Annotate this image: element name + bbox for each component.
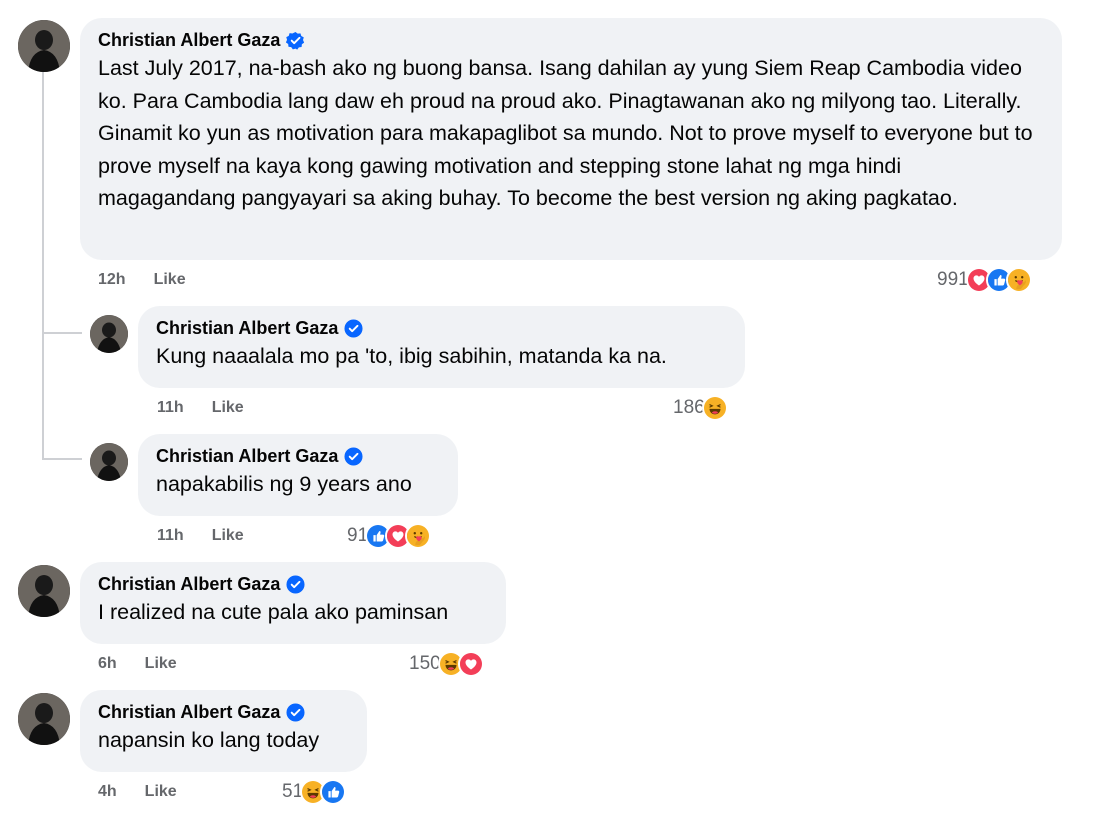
haha-icon xyxy=(701,395,728,421)
timestamp[interactable]: 12h xyxy=(98,271,126,289)
avatar[interactable] xyxy=(90,443,128,481)
comment-bubble: Christian Albert Gaza napakabilis ng 9 y… xyxy=(138,434,458,516)
reaction-summary[interactable]: 186 xyxy=(673,395,728,421)
comment-bubble: Christian Albert Gaza I realized na cute… xyxy=(80,562,506,644)
like-button[interactable]: Like xyxy=(154,271,186,289)
verified-badge-icon xyxy=(344,446,363,466)
comment-meta: 4h Like xyxy=(98,783,177,801)
timestamp[interactable]: 11h xyxy=(157,399,184,417)
avatar[interactable] xyxy=(18,693,70,745)
love-icon xyxy=(457,651,484,677)
verified-badge-icon xyxy=(344,318,363,338)
comment-meta: 11h Like xyxy=(157,399,244,417)
like-button[interactable]: Like xyxy=(212,399,244,417)
comment-bubble: Christian Albert Gaza Kung naaalala mo p… xyxy=(138,306,745,388)
like-icon xyxy=(320,779,347,805)
avatar[interactable] xyxy=(18,565,70,617)
avatar[interactable] xyxy=(90,315,128,353)
comment-meta: 6h Like xyxy=(98,655,177,673)
author-name[interactable]: Christian Albert Gaza xyxy=(156,444,440,468)
author-name[interactable]: Christian Albert Gaza xyxy=(98,700,349,724)
like-button[interactable]: Like xyxy=(212,527,244,545)
author-name[interactable]: Christian Albert Gaza xyxy=(98,572,488,596)
reaction-summary[interactable]: 991 xyxy=(937,267,1032,293)
reaction-count: 991 xyxy=(937,269,969,290)
reaction-count: 186 xyxy=(673,397,705,418)
reaction-count: 150 xyxy=(409,653,441,674)
reaction-summary[interactable]: 91 xyxy=(347,523,432,549)
comment-text: Last July 2017, na-bash ako ng buong ban… xyxy=(98,56,1033,210)
timestamp[interactable]: 11h xyxy=(157,527,184,545)
timestamp[interactable]: 4h xyxy=(98,783,117,801)
thread-branch xyxy=(42,458,82,460)
timestamp[interactable]: 6h xyxy=(98,655,117,673)
verified-badge-icon xyxy=(286,702,305,722)
reaction-summary[interactable]: 150 xyxy=(409,651,484,677)
author-name[interactable]: Christian Albert Gaza xyxy=(156,316,727,340)
like-button[interactable]: Like xyxy=(145,783,177,801)
care-icon xyxy=(1005,267,1032,293)
comment-bubble: Christian Albert Gaza Last July 2017, na… xyxy=(80,18,1062,260)
avatar[interactable] xyxy=(18,20,70,72)
like-button[interactable]: Like xyxy=(145,655,177,673)
comment-meta: 11h Like xyxy=(157,527,244,545)
verified-badge-icon xyxy=(286,574,305,594)
comment-text: napakabilis ng 9 years ano xyxy=(156,472,412,496)
reaction-summary[interactable]: 51 xyxy=(282,779,347,805)
care-icon xyxy=(405,523,432,549)
comment-text: napansin ko lang today xyxy=(98,728,320,752)
author-name[interactable]: Christian Albert Gaza xyxy=(98,28,1044,52)
comment-text: Kung naaalala mo pa 'to, ibig sabihin, m… xyxy=(156,344,667,368)
verified-badge-icon xyxy=(286,31,305,50)
thread-branch xyxy=(42,332,82,334)
comment-bubble: Christian Albert Gaza napansin ko lang t… xyxy=(80,690,367,772)
thread-line xyxy=(42,72,44,460)
comment-meta: 12h Like xyxy=(98,271,186,289)
comment-text: I realized na cute pala ako paminsan xyxy=(98,600,449,624)
